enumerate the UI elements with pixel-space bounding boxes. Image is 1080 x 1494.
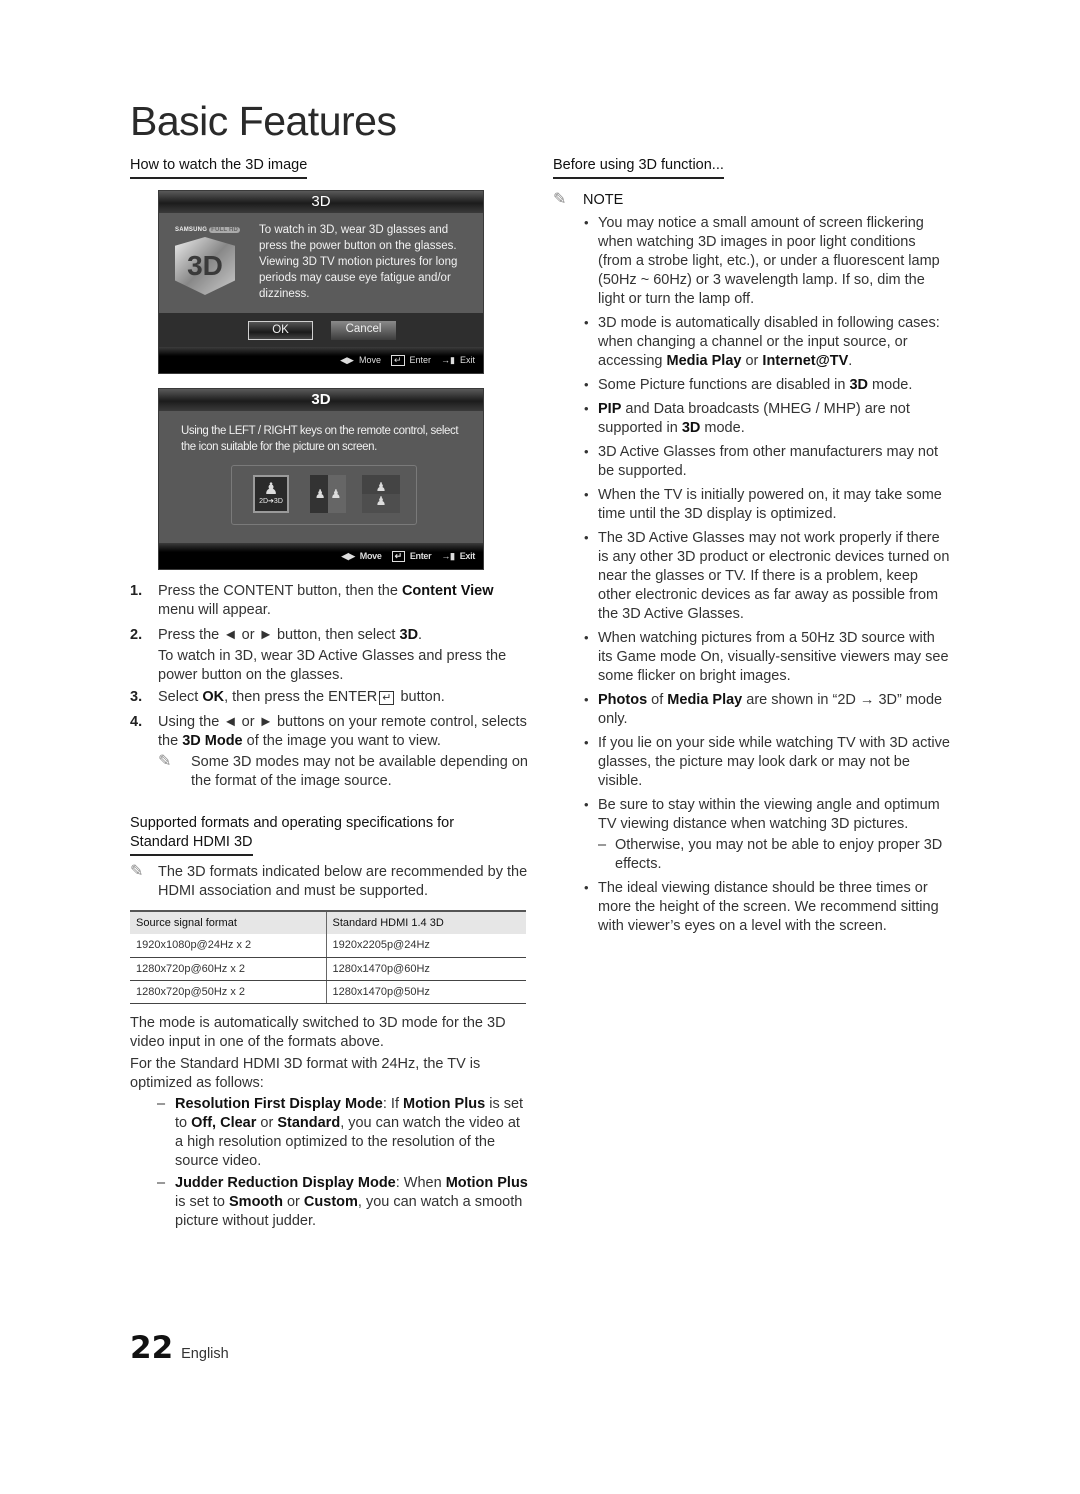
person-icon: ♟ [330, 487, 342, 501]
enter-icon: ↵ [390, 354, 405, 366]
list-item: You may notice a small amount of screen … [553, 213, 953, 309]
list-item: If you lie on your side while watching T… [553, 733, 953, 791]
tv-button-row: OK Cancel [159, 313, 483, 347]
mode-selector: ♟ 2D➔3D ♟ ♟ ♟ ♟ [231, 465, 417, 525]
list-item: Some Picture functions are disabled in 3… [553, 375, 953, 395]
table-header-row: Source signal format Standard HDMI 1.4 3… [130, 910, 526, 934]
tv-screen-body: SAMSUNG FULL HD 3D To watch in 3D, wear 3… [159, 213, 483, 313]
section-heading-before-using: Before using 3D function... [553, 156, 724, 179]
list-item: PIP and Data broadcasts (MHEG / MHP) are… [553, 399, 953, 438]
tv-screen-title: 3D [159, 191, 483, 213]
list-item: Be sure to stay within the viewing angle… [553, 795, 953, 874]
samsung-3d-logo: SAMSUNG FULL HD 3D [175, 227, 245, 312]
tv-warning-message: To watch in 3D, wear 3D glasses and pres… [259, 224, 458, 300]
step-3: 3. Select OK, then press the ENTER ↵ butt… [130, 689, 445, 705]
column-header: Source signal format [130, 910, 327, 934]
section-heading-how-to-watch: How to watch the 3D image [130, 156, 308, 179]
left-column: How to watch the 3D image [130, 156, 528, 179]
table-row: 1920x1080p@24Hz x 2 1920x2205p@24Hz [130, 934, 526, 958]
step-4: 4. Using the ◄ or ► buttons on your remo… [130, 714, 527, 749]
move-label: Move [359, 551, 382, 561]
pencil-note-icon: ✎ [130, 863, 144, 880]
list-item: When the TV is initially powered on, it … [553, 485, 953, 524]
person-icon: ♟ [314, 487, 326, 501]
exit-label: Exit [459, 355, 475, 365]
enter-icon: ↵ [379, 691, 395, 705]
tv-screen-title: 3D [159, 389, 483, 411]
list-item: When watching pictures from a 50Hz 3D so… [553, 628, 953, 686]
note-header: ✎ NOTE [553, 191, 953, 209]
instruction-steps: 1. Press the CONTENT button, then the Co… [130, 582, 528, 791]
page-title: Basic Features [130, 98, 397, 144]
enter-label: Enter [409, 355, 432, 365]
3d-cube-icon: 3D [175, 237, 235, 295]
page-language: English [181, 1346, 229, 1362]
pencil-note-icon: ✎ [553, 191, 567, 208]
exit-icon: →▮ [441, 354, 455, 365]
hdmi-3d-heading: Supported formats and operating specific… [130, 814, 528, 856]
step-2-detail: To watch in 3D, wear 3D Active Glasses a… [158, 648, 507, 683]
person-icon: ♟ [263, 480, 279, 498]
tv-mode-instructions: Using the LEFT / RIGHT keys on the remot… [181, 425, 459, 453]
cancel-button[interactable]: Cancel [331, 320, 396, 340]
enter-label: Enter [409, 551, 432, 561]
pencil-note-icon: ✎ [158, 753, 172, 770]
move-arrows-icon: ◀▶ [340, 354, 354, 365]
sub-list-item: – Otherwise, you may not be able to enjoy… [598, 837, 943, 872]
table-cell: 1920x1080p@24Hz x 2 [130, 934, 327, 958]
note-label: NOTE [583, 192, 624, 208]
ok-button[interactable]: OK [248, 320, 313, 340]
list-item: The 3D Active Glasses may not work prope… [553, 528, 953, 624]
display-mode-list: – Resolution First Display Mode: If Moti… [130, 1095, 528, 1234]
logo-badge: FULL HD [209, 227, 241, 233]
dash-item-judder-reduction: – Judder Reduction Display Mode: When Mo… [157, 1175, 528, 1229]
list-item: The ideal viewing distance should be thr… [553, 878, 953, 936]
table-row: 1280x720p@50Hz x 2 1280x1470p@50Hz [130, 980, 526, 1004]
list-item: Photos of Media Play are shown in “2D → … [553, 690, 953, 729]
paragraph-auto-switch: The mode is automatically switched to 3D… [130, 1015, 506, 1050]
exit-icon: →▮ [441, 550, 455, 561]
paragraph-24hz: For the Standard HDMI 3D format with 24H… [130, 1056, 481, 1091]
step-4-note: ✎ Some 3D modes may not be available dep… [158, 753, 528, 789]
column-header: Standard HDMI 1.4 3D [326, 910, 526, 934]
step-2: 2. Press the ◄ or ► button, then select … [130, 627, 423, 643]
list-item: 3D mode is automatically disabled in fol… [553, 313, 953, 371]
right-column: Before using 3D function... ✎ NOTE You m… [553, 156, 953, 941]
page-footer: 22 English [130, 1330, 229, 1366]
mode-caption: 2D➔3D [259, 497, 283, 505]
tv-nav-footer: ◀▶ Move ↵ Enter →▮ Exit [159, 347, 483, 373]
table-cell: 1920x2205p@24Hz [326, 934, 526, 958]
move-label: Move [358, 355, 381, 365]
table-cell: 1280x720p@60Hz x 2 [130, 957, 327, 981]
logo-brand: SAMSUNG [175, 227, 208, 233]
tv-nav-footer: ◀▶ Move ↵ Enter →▮ Exit [159, 543, 483, 569]
mode-side-by-side[interactable]: ♟ ♟ [310, 475, 346, 513]
note-bullet-list: You may notice a small amount of screen … [553, 213, 953, 936]
table-cell: 1280x1470p@60Hz [326, 957, 526, 981]
page-number: 22 [130, 1330, 174, 1366]
mode-top-bottom[interactable]: ♟ ♟ [362, 475, 400, 513]
person-icon: ♟ [375, 480, 387, 494]
table-row: 1280x720p@60Hz x 2 1280x1470p@60Hz [130, 957, 526, 981]
tv-screen-3d-warning: 3D SAMSUNG FULL HD 3D To watch in 3D, wea… [158, 190, 484, 374]
mode-2d-to-3d[interactable]: ♟ 2D➔3D [253, 475, 289, 513]
move-arrows-icon: ◀▶ [341, 550, 356, 561]
tv-screen-3d-mode-select: 3D Using the LEFT / RIGHT keys on the re… [158, 388, 484, 570]
enter-icon: ↵ [391, 550, 405, 562]
step-1: 1. Press the CONTENT button, then the Co… [130, 583, 494, 618]
dash-item-resolution-first: – Resolution First Display Mode: If Moti… [157, 1096, 524, 1169]
table-cell: 1280x720p@50Hz x 2 [130, 980, 327, 1004]
list-item: 3D Active Glasses from other manufacture… [553, 442, 953, 481]
exit-label: Exit [459, 551, 476, 561]
hdmi-note: ✎ The 3D formats indicated below are rec… [130, 863, 528, 899]
table-cell: 1280x1470p@50Hz [326, 980, 526, 1004]
person-icon: ♟ [375, 494, 387, 508]
hdmi-formats-table: Source signal format Standard HDMI 1.4 3… [130, 910, 526, 1004]
